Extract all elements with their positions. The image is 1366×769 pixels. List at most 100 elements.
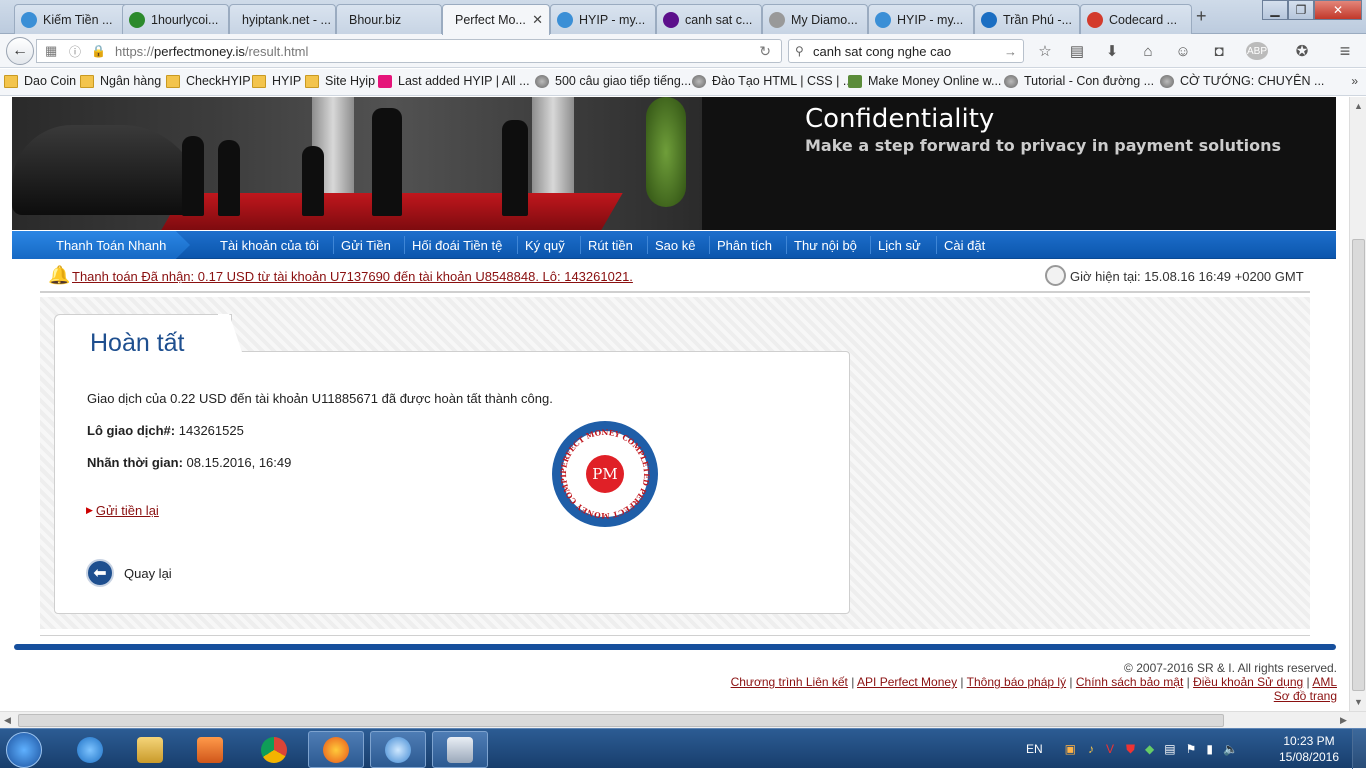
chat-icon[interactable]: ☺ xyxy=(1174,42,1192,60)
start-button[interactable] xyxy=(6,732,42,768)
search-input[interactable]: ⚲ canh sat cong nghe cao → xyxy=(788,39,1024,63)
menu-item-2[interactable]: Gửi Tiền xyxy=(341,231,391,259)
scroll-right-icon[interactable]: ▶ xyxy=(1340,715,1347,726)
horizontal-scroll-thumb[interactable] xyxy=(18,714,1224,727)
page-icon: ▦ xyxy=(45,43,58,58)
download-icon[interactable]: ⬇ xyxy=(1103,42,1121,60)
tab-2[interactable]: 1hourlycoi... xyxy=(122,4,229,34)
search-go-icon[interactable]: → xyxy=(1004,44,1017,59)
back-link[interactable]: Quay lại xyxy=(124,566,172,581)
tray-network-app-icon[interactable]: ◆ xyxy=(1145,742,1154,756)
menu-icon[interactable]: ≡ xyxy=(1336,41,1354,61)
tab-3[interactable]: hyiptank.net - ... xyxy=(229,4,336,34)
footer-link[interactable]: Chương trình Liên kết xyxy=(731,675,848,689)
bookmark-item[interactable]: HYIP xyxy=(252,74,301,88)
tray-app-icon[interactable]: ▣ xyxy=(1065,742,1076,756)
tray-signal-icon[interactable]: ▮ xyxy=(1206,742,1213,756)
bookmark-item[interactable]: Make Money Online w... xyxy=(848,74,1001,88)
menu-item-4[interactable]: Ký quỹ xyxy=(525,231,565,259)
reading-list-icon[interactable]: ▤ xyxy=(1068,42,1086,60)
menu-item-7[interactable]: Phân tích xyxy=(717,231,772,259)
footer-link[interactable]: Sơ đồ trang xyxy=(1274,689,1337,703)
restore-button[interactable]: ❐ xyxy=(1288,0,1314,20)
tab-6[interactable]: HYIP - my... xyxy=(550,4,656,34)
home-icon[interactable]: ⌂ xyxy=(1139,42,1157,60)
menu-item-quick-pay[interactable]: Thanh Toán Nhanh xyxy=(12,231,190,259)
tab-4[interactable]: Bhour.biz xyxy=(336,4,442,34)
tab-1[interactable]: Kiếm Tiền ... xyxy=(14,4,128,34)
menu-item-10[interactable]: Cài đặt xyxy=(944,231,985,259)
menu-item-9[interactable]: Lịch sử xyxy=(878,231,921,259)
tab-11[interactable]: Codecard ... xyxy=(1080,4,1192,34)
payment-notification-link[interactable]: Thanh toán Đã nhận: 0.17 USD từ tài khoả… xyxy=(72,269,633,284)
chrome-taskbar-button[interactable] xyxy=(246,731,302,768)
new-tab-button[interactable]: + xyxy=(1196,6,1207,27)
bookmark-item[interactable]: Đào Tạo HTML | CSS | ... xyxy=(692,74,853,88)
tray-monitor-icon[interactable]: ▤ xyxy=(1164,742,1175,756)
globe-icon xyxy=(1004,74,1018,88)
minimize-button[interactable]: ▁ xyxy=(1262,0,1288,20)
more-bookmarks-icon[interactable]: » xyxy=(1351,74,1358,88)
scroll-left-icon[interactable]: ◀ xyxy=(4,715,11,726)
explorer-taskbar-button[interactable] xyxy=(122,731,178,768)
footer-link[interactable]: Thông báo pháp lý xyxy=(967,675,1066,689)
footer-separator: | xyxy=(957,675,967,689)
tray-shield-icon[interactable]: ⛊ xyxy=(1126,742,1135,757)
vertical-scroll-thumb[interactable] xyxy=(1352,239,1365,691)
back-arrow-icon[interactable]: ⬅ xyxy=(86,559,114,587)
batch-row: Lô giao dịch#: 143261525 xyxy=(87,423,244,438)
bookmark-item[interactable]: CheckHYIP xyxy=(166,74,251,88)
bookmark-item[interactable]: Last added HYIP | All ... xyxy=(378,74,530,88)
footer-link[interactable]: AML xyxy=(1312,675,1337,689)
tray-music-icon[interactable]: ♪ xyxy=(1088,742,1094,756)
resend-link[interactable]: Gửi tiền lại xyxy=(96,503,159,518)
ie-taskbar-button[interactable] xyxy=(62,731,118,768)
bookmark-item[interactable]: Ngân hàng xyxy=(80,74,161,88)
url-scheme: https:// xyxy=(115,43,155,59)
footer-link[interactable]: Điều khoản Sử dụng xyxy=(1193,675,1303,689)
footer-link[interactable]: API Perfect Money xyxy=(857,675,957,689)
scroll-down-icon[interactable]: ▼ xyxy=(1354,697,1363,707)
bookmark-item[interactable]: Tutorial - Con đường ... xyxy=(1004,74,1154,88)
language-indicator[interactable]: EN xyxy=(1026,742,1043,756)
close-window-button[interactable]: ✕ xyxy=(1314,0,1362,20)
pocket-icon[interactable]: ◘ xyxy=(1210,42,1228,60)
info-icon[interactable]: ⓘ xyxy=(69,43,81,60)
close-tab-icon[interactable]: ✕ xyxy=(532,12,543,28)
reload-icon[interactable]: ↻ xyxy=(759,43,771,60)
tab-7[interactable]: canh sat c... xyxy=(656,4,762,34)
menu-item-3[interactable]: Hối đoái Tiền tệ xyxy=(412,231,502,259)
taskbar-clock[interactable]: 10:23 PM 15/08/2016 xyxy=(1278,733,1340,765)
menu-item-6[interactable]: Sao kê xyxy=(655,231,695,259)
app-taskbar-button[interactable] xyxy=(370,731,426,768)
tray-v-icon[interactable]: V xyxy=(1106,742,1114,756)
extension-icon[interactable]: ✪ xyxy=(1293,42,1311,60)
media-player-taskbar-button[interactable] xyxy=(182,731,238,768)
horizontal-scrollbar[interactable]: ◀ ▶ xyxy=(0,711,1366,728)
bookmark-star-icon[interactable]: ☆ xyxy=(1036,42,1054,60)
bookmark-item[interactable]: Site Hyip xyxy=(305,74,375,88)
vertical-scrollbar[interactable]: ▲ ▼ xyxy=(1349,97,1366,711)
adblock-icon[interactable]: ABP xyxy=(1246,42,1268,60)
footer-link[interactable]: Chính sách bảo mật xyxy=(1076,675,1183,689)
url-bar[interactable]: ▦ ⓘ 🔒 https://perfectmoney.is/result.htm… xyxy=(36,39,782,63)
bookmark-item[interactable]: 500 câu giao tiếp tiếng... xyxy=(535,74,691,88)
menu-item-1[interactable]: Tài khoản của tôi xyxy=(220,231,319,259)
scroll-up-icon[interactable]: ▲ xyxy=(1354,101,1363,111)
bookmark-item[interactable]: CỜ TƯỚNG: CHUYÊN ... xyxy=(1160,74,1324,88)
tab-5[interactable]: Perfect Mo... ✕ xyxy=(442,4,550,35)
tab-label: Kiếm Tiền ... xyxy=(43,12,113,27)
tab-10[interactable]: Trần Phú -... xyxy=(974,4,1080,34)
bookmark-item[interactable]: Dao Coin xyxy=(4,74,76,88)
menu-item-5[interactable]: Rút tiền xyxy=(588,231,633,259)
back-button[interactable]: ← xyxy=(6,37,34,65)
tab-label: 1hourlycoi... xyxy=(151,12,219,27)
tray-flag-icon[interactable]: ⚑ xyxy=(1186,742,1197,756)
menu-item-8[interactable]: Thư nội bộ xyxy=(794,231,857,259)
firefox-taskbar-button[interactable] xyxy=(308,731,364,768)
calculator-taskbar-button[interactable] xyxy=(432,731,488,768)
tab-8[interactable]: My Diamo... xyxy=(762,4,868,34)
show-desktop-button[interactable] xyxy=(1352,729,1366,769)
tray-volume-icon[interactable]: 🔈 xyxy=(1223,742,1238,756)
tab-9[interactable]: HYIP - my... xyxy=(868,4,974,34)
